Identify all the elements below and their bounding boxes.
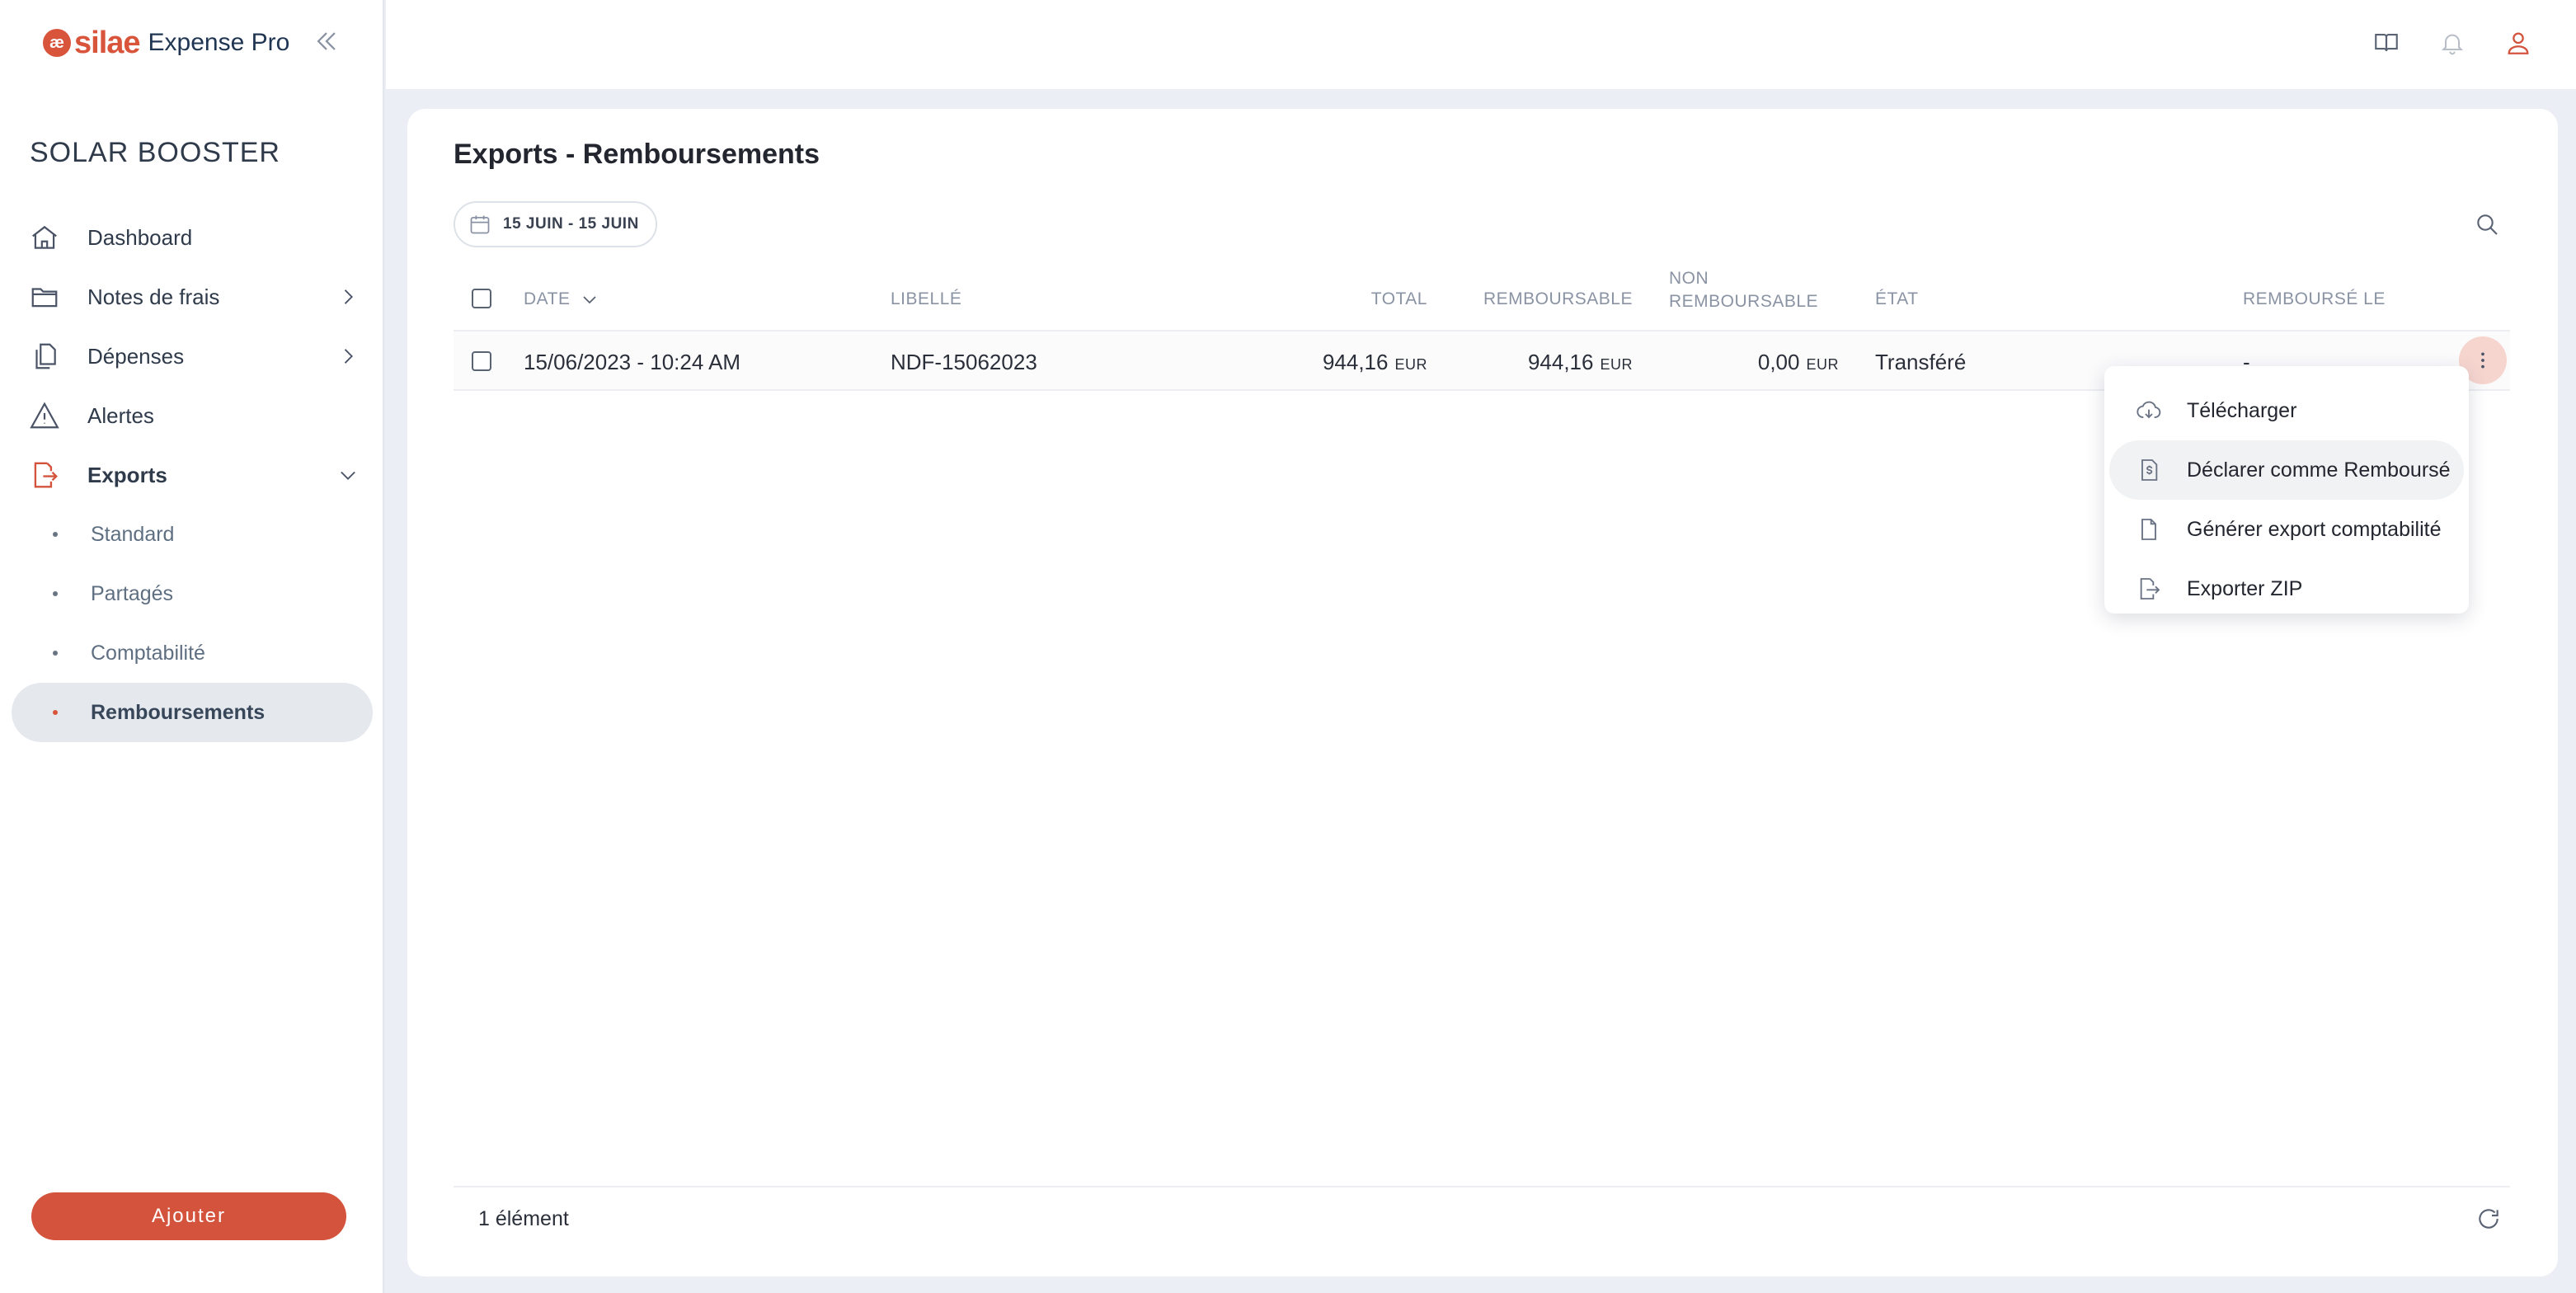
home-icon	[28, 221, 61, 254]
bell-icon	[2441, 34, 2464, 55]
book-icon	[2375, 34, 2398, 52]
sidebar-item-label: Exports	[87, 462, 167, 487]
column-header-non-remboursable: NON REMBOURSABLE	[1669, 267, 1818, 313]
sidebar-item-notes-de-frais[interactable]: Notes de frais	[0, 267, 384, 327]
sidebar-subitem-remboursements[interactable]: Remboursements	[12, 683, 373, 742]
row-actions-menu: Télécharger Déclarer comme Remboursé Gén…	[2104, 366, 2469, 614]
file-export-icon	[2134, 574, 2164, 604]
currency: EUR	[1806, 356, 1839, 373]
cell-non-remboursable: 0,00 EUR	[454, 350, 1839, 375]
date-range-filter[interactable]: 15 JUIN - 15 JUIN	[454, 201, 657, 247]
column-header-label: REMBOURSABLE	[1669, 292, 1819, 311]
help-book-button[interactable]	[2368, 25, 2404, 61]
chevron-right-icon	[344, 289, 353, 304]
search-button[interactable]	[2469, 206, 2505, 242]
sidebar-subitem-label: Remboursements	[91, 700, 266, 724]
sidebar-nav: Dashboard Notes de frais Dépenses Alerte…	[0, 208, 384, 742]
date-range-label: 15 JUIN - 15 JUIN	[503, 215, 639, 233]
folder-icon	[28, 280, 61, 313]
menu-item-generer-export[interactable]: Générer export comptabilité	[2109, 500, 2464, 559]
sidebar-item-label: Notes de frais	[87, 284, 220, 309]
refresh-icon	[2479, 1209, 2498, 1229]
double-chevron-left-icon	[317, 32, 336, 50]
item-count: 1 élément	[478, 1207, 569, 1230]
sidebar-subitem-partages[interactable]: Partagés	[12, 564, 373, 623]
refresh-button[interactable]	[2470, 1201, 2507, 1237]
table-footer: 1 élément	[454, 1186, 2510, 1248]
column-header-rembourse-le: REMBOURSÉ LE	[2243, 289, 2386, 308]
chevron-right-icon	[344, 349, 353, 364]
column-header-remboursable: REMBOURSABLE	[1483, 289, 1633, 308]
bullet	[53, 532, 58, 537]
sidebar-item-alertes[interactable]: Alertes	[0, 386, 384, 445]
warning-icon	[28, 399, 61, 432]
search-icon	[2477, 214, 2498, 235]
logo-mark: æ	[43, 29, 71, 57]
sidebar-subitem-label: Comptabilité	[91, 641, 205, 665]
logo-product: Expense Pro	[148, 29, 290, 56]
sidebar-subitem-standard[interactable]: Standard	[12, 505, 373, 564]
main-card: Exports - Remboursements 15 JUIN - 15 JU…	[407, 109, 2558, 1277]
company-name: SOLAR BOOSTER	[30, 137, 280, 168]
sidebar-item-label: Dashboard	[87, 224, 193, 250]
sidebar-subitem-comptabilite[interactable]: Comptabilité	[12, 623, 373, 683]
bullet	[53, 651, 58, 656]
menu-item-telecharger[interactable]: Télécharger	[2109, 381, 2464, 440]
menu-item-label: Déclarer comme Remboursé	[2187, 458, 2451, 482]
cell-etat: Transféré	[1875, 350, 1967, 374]
chevron-down-icon	[341, 471, 355, 480]
menu-item-label: Exporter ZIP	[2187, 576, 2303, 600]
export-icon	[28, 458, 61, 491]
sidebar-item-depenses[interactable]: Dépenses	[0, 327, 384, 386]
add-button[interactable]: Ajouter	[31, 1192, 346, 1240]
sidebar-item-dashboard[interactable]: Dashboard	[0, 208, 384, 267]
more-vertical-icon	[2481, 352, 2484, 369]
table-header: DATE LIBELLÉ TOTAL REMBOURSABLE NON REMB…	[454, 266, 2510, 331]
sidebar-item-exports[interactable]: Exports	[0, 445, 384, 505]
menu-item-declarer-rembourse[interactable]: Déclarer comme Remboursé	[2109, 440, 2464, 500]
user-icon	[2508, 32, 2529, 54]
logo-brand: silae	[74, 25, 141, 60]
column-header-etat: ÉTAT	[1875, 289, 1919, 308]
calendar-icon	[470, 215, 490, 234]
menu-item-label: Générer export comptabilité	[2187, 517, 2442, 541]
sidebar-subitem-label: Standard	[91, 522, 175, 546]
column-header-label: NON	[1669, 269, 1709, 288]
sidebar-subitem-label: Partagés	[91, 581, 174, 605]
app-logo[interactable]: æ silae Expense Pro	[43, 25, 289, 61]
sidebar-item-label: Alertes	[87, 402, 154, 428]
bullet	[53, 710, 58, 715]
cloud-download-icon	[2134, 396, 2164, 426]
amount: 0,00	[1757, 350, 1800, 374]
user-menu-button[interactable]	[2500, 25, 2536, 61]
invoice-dollar-icon	[2134, 455, 2164, 485]
bullet	[53, 591, 58, 596]
topbar	[386, 0, 2576, 89]
menu-item-exporter-zip[interactable]: Exporter ZIP	[2109, 559, 2464, 618]
documents-icon	[28, 340, 61, 373]
file-icon	[2134, 515, 2164, 544]
menu-item-label: Télécharger	[2187, 398, 2297, 422]
page-title: Exports - Remboursements	[454, 139, 820, 170]
sidebar-item-label: Dépenses	[87, 343, 185, 369]
sidebar: æ silae Expense Pro SOLAR BOOSTER Dashbo…	[0, 0, 384, 1293]
notifications-button[interactable]	[2434, 25, 2470, 61]
collapse-sidebar-button[interactable]	[310, 25, 343, 58]
